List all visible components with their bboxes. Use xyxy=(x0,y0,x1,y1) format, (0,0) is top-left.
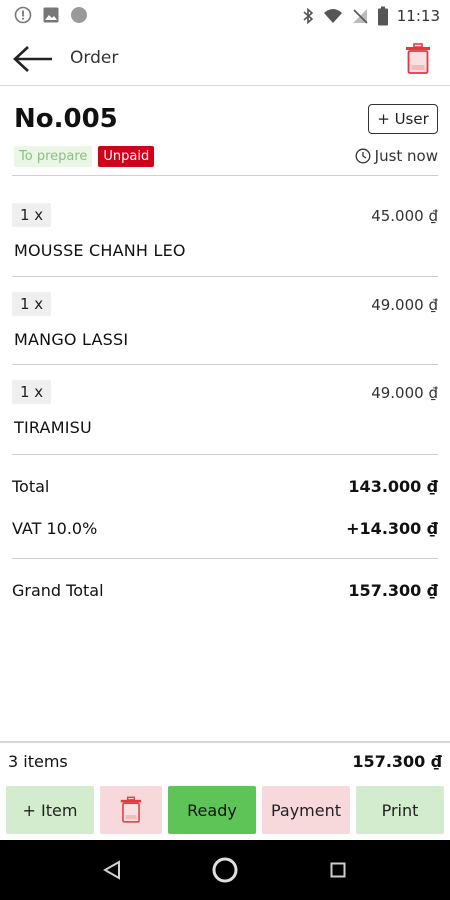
back-button[interactable] xyxy=(12,40,60,78)
order-time: Just now xyxy=(355,147,438,165)
order-item[interactable]: 1 x 45.000 ₫ MOUSSE CHANH LEO xyxy=(0,203,450,291)
item-quantity: 1 x xyxy=(12,203,52,227)
item-name: TIRAMISU xyxy=(14,418,92,437)
vat-value: +14.300 ₫ xyxy=(346,519,438,538)
add-user-button[interactable]: + User xyxy=(368,104,438,134)
divider xyxy=(12,558,438,559)
grand-total-label: Grand Total xyxy=(12,581,104,600)
bluetooth-icon xyxy=(303,7,313,25)
ready-button[interactable]: Ready xyxy=(168,786,256,834)
divider xyxy=(12,454,438,455)
divider xyxy=(12,276,438,277)
items-count: 3 items xyxy=(8,752,68,771)
trash-icon xyxy=(120,796,142,823)
divider xyxy=(12,364,438,365)
system-nav-bar xyxy=(0,840,450,900)
divider xyxy=(12,175,438,176)
item-price: 45.000 ₫ xyxy=(371,207,438,225)
delete-order-button[interactable] xyxy=(402,40,434,78)
arrow-left-icon xyxy=(13,46,52,72)
status-badges: To prepare Unpaid xyxy=(14,146,155,167)
payment-status-badge: Unpaid xyxy=(98,146,155,167)
nav-home-icon[interactable] xyxy=(211,856,239,884)
add-item-button[interactable]: + Item xyxy=(6,786,94,834)
item-price: 49.000 ₫ xyxy=(371,384,438,402)
item-price: 49.000 ₫ xyxy=(371,296,438,314)
battery-icon xyxy=(377,6,388,26)
image-icon xyxy=(43,7,59,23)
item-name: MOUSSE CHANH LEO xyxy=(14,241,186,260)
grand-total-value: 157.300 ₫ xyxy=(348,581,438,600)
item-name: MANGO LASSI xyxy=(14,330,129,349)
wifi-icon xyxy=(323,9,342,23)
order-item[interactable]: 1 x 49.000 ₫ MANGO LASSI xyxy=(0,292,450,380)
total-label: Total xyxy=(12,477,50,496)
delete-button[interactable] xyxy=(100,786,162,834)
prepare-status-badge: To prepare xyxy=(14,146,93,167)
nav-recents-icon[interactable] xyxy=(330,862,346,878)
clock-icon xyxy=(355,148,371,164)
total-value: 143.000 ₫ xyxy=(348,477,438,496)
alert-circle-icon xyxy=(14,6,32,24)
action-bar: + Item Ready Payment Print xyxy=(6,786,444,834)
bottom-divider xyxy=(0,741,450,743)
page-title: Order xyxy=(70,48,119,68)
vat-label: VAT 10.0% xyxy=(12,519,98,538)
footer-total: 157.300 ₫ xyxy=(352,752,442,771)
status-time: 11:13 xyxy=(396,7,440,25)
status-bar-left xyxy=(14,6,88,24)
trash-icon xyxy=(406,43,430,74)
status-bar-right: 11:13 xyxy=(301,6,440,26)
time-ago-label: Just now xyxy=(374,147,438,165)
app-bar: Order xyxy=(0,32,450,86)
status-bar: 11:13 xyxy=(0,0,450,32)
item-quantity: 1 x xyxy=(12,292,52,316)
print-button[interactable]: Print xyxy=(356,786,444,834)
item-quantity: 1 x xyxy=(12,380,52,404)
nav-back-icon[interactable] xyxy=(102,860,122,880)
circle-icon xyxy=(71,7,87,23)
payment-button[interactable]: Payment xyxy=(262,786,350,834)
no-signal-icon xyxy=(352,9,368,24)
order-number: No.005 xyxy=(14,104,118,134)
